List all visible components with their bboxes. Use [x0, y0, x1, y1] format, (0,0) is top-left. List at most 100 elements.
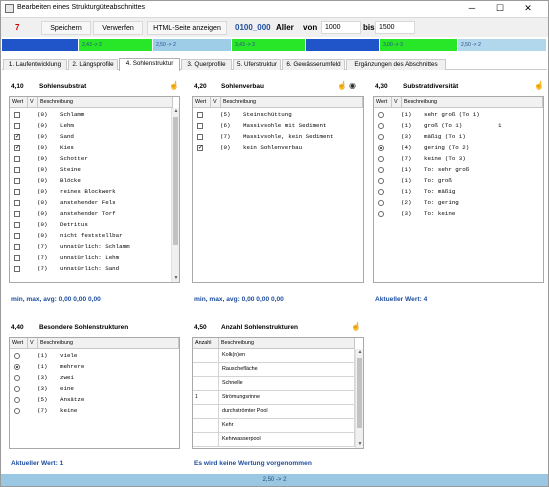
radio-button[interactable] — [378, 112, 384, 118]
count-cell[interactable] — [193, 349, 219, 362]
checkbox[interactable] — [197, 123, 203, 129]
scrollbar[interactable]: ▲ ▼ — [355, 349, 363, 448]
list-item[interactable]: (7) keine — [10, 406, 175, 416]
scrollbar[interactable]: ▲ ▼ — [171, 108, 179, 282]
to-input[interactable]: 1500 — [375, 21, 415, 34]
section-segment[interactable]: 2,50 -> 2 — [153, 39, 232, 51]
list-item[interactable]: (3) mäßig (To 1) — [374, 132, 539, 142]
scroll-thumb[interactable] — [173, 117, 178, 245]
list-item[interactable]: (1) To: mäßig — [374, 187, 539, 197]
radio-button[interactable] — [14, 364, 20, 370]
scroll-up-icon[interactable]: ▲ — [172, 108, 179, 115]
table-row[interactable]: Kehr — [193, 419, 355, 433]
section-segment[interactable]: 2,50 -> 2 — [458, 39, 547, 51]
table-row[interactable]: 1 Strömungsrinne — [193, 391, 355, 405]
table-row[interactable]: Rauschefläche — [193, 363, 355, 377]
count-cell[interactable]: 1 — [193, 391, 219, 404]
section-segment[interactable] — [306, 39, 380, 51]
scroll-down-icon[interactable]: ▼ — [356, 441, 363, 448]
checkbox[interactable] — [14, 189, 20, 195]
list-item[interactable]: (0) Schotter — [10, 154, 170, 164]
radio-button[interactable] — [14, 386, 20, 392]
list-item[interactable]: (0) Lehm — [10, 121, 170, 131]
tab-4[interactable]: 3. Querprofile — [181, 59, 232, 70]
list-item[interactable]: (4) gering (To 2) — [374, 143, 539, 153]
scroll-thumb[interactable] — [357, 358, 362, 428]
list-item[interactable]: (3) zwei — [10, 373, 175, 383]
checkbox[interactable] — [14, 200, 20, 206]
hand-icon[interactable]: ☝ — [169, 81, 179, 90]
checkbox[interactable]: ✓ — [197, 145, 203, 151]
radio-button[interactable] — [14, 397, 20, 403]
checkbox[interactable] — [14, 167, 20, 173]
hand-icon[interactable]: ☝ — [337, 81, 347, 90]
list-item[interactable]: (7) unnatürlich: Schlamm — [10, 242, 170, 252]
list-item[interactable]: (1) viele — [10, 351, 175, 361]
hand-icon[interactable]: ☝ — [534, 81, 544, 90]
table-row[interactable]: durchströmter Pool — [193, 405, 355, 419]
list-item[interactable]: (1) mehrere — [10, 362, 175, 372]
tab-5[interactable]: 5. Uferstruktur — [233, 59, 281, 70]
tab-6[interactable]: 6. Gewässerumfeld — [282, 59, 345, 70]
tab-3[interactable]: 4. Sohlenstruktur — [119, 58, 180, 71]
radio-button[interactable] — [14, 353, 20, 359]
checkbox[interactable] — [197, 134, 203, 140]
checkbox[interactable]: ✓ — [14, 134, 20, 140]
radio-button[interactable] — [378, 178, 384, 184]
substrate-list[interactable]: Wert V Beschreibung ▲ ▼ (0) Schlamm (0) Leh… — [9, 96, 180, 283]
list-item[interactable]: (7) Massivsohle, kein Sediment — [193, 132, 353, 142]
checkbox[interactable] — [14, 211, 20, 217]
section-segment[interactable]: 3,43 -> 3 — [232, 39, 306, 51]
count-cell[interactable] — [193, 433, 219, 446]
discard-button[interactable]: Verwerfen — [93, 21, 143, 35]
list-item[interactable]: (2) To: gering — [374, 198, 539, 208]
table-row[interactable]: Kolk(n)en — [193, 349, 355, 363]
radio-button[interactable] — [378, 211, 384, 217]
count-cell[interactable] — [193, 377, 219, 390]
list-item[interactable]: (1) sehr groß (To 1) — [374, 110, 539, 120]
diversity-list[interactable]: Wert V Beschreibung (1) sehr groß (To 1)(… — [373, 96, 544, 283]
list-item[interactable]: (5) Steinschüttung — [193, 110, 353, 120]
checkbox[interactable]: ✓ — [14, 145, 20, 151]
close-button[interactable]: ✕ — [517, 2, 539, 15]
list-item[interactable]: (7) unnatürlich: Lehm — [10, 253, 170, 263]
list-item[interactable]: (0) reines Blockwerk — [10, 187, 170, 197]
radio-button[interactable] — [378, 167, 384, 173]
section-segment[interactable] — [2, 39, 79, 51]
count-grid[interactable]: Anzahl Beschreibung ▲ ▼ Kolk(n)en Rausche… — [192, 337, 364, 449]
checkbox[interactable] — [14, 244, 20, 250]
checkbox[interactable] — [14, 255, 20, 261]
maximize-button[interactable]: ☐ — [489, 2, 511, 15]
minimize-button[interactable]: ─ — [461, 2, 483, 15]
radio-button[interactable] — [378, 189, 384, 195]
list-item[interactable]: (1) To: sehr groß — [374, 165, 539, 175]
radio-button[interactable] — [378, 145, 384, 151]
tab-2[interactable]: 2. Längsprofile — [68, 59, 118, 70]
from-input[interactable]: 1000 — [321, 21, 361, 34]
list-item[interactable]: (7) keine (To 3) — [374, 154, 539, 164]
list-item[interactable]: (0) anstehender Fels — [10, 198, 170, 208]
hand-icon[interactable]: ☝ — [351, 322, 361, 331]
list-item[interactable]: (0) Schlamm — [10, 110, 170, 120]
checkbox[interactable] — [14, 156, 20, 162]
list-item[interactable]: (0) anstehender Torf — [10, 209, 170, 219]
list-item[interactable]: (3) eine — [10, 384, 175, 394]
count-cell[interactable] — [193, 419, 219, 432]
checkbox[interactable] — [14, 112, 20, 118]
radio-button[interactable] — [378, 134, 384, 140]
list-item[interactable]: (1) To: groß — [374, 176, 539, 186]
count-cell[interactable] — [193, 405, 219, 418]
section-segment[interactable]: 2,43 -> 2 — [79, 39, 153, 51]
list-item[interactable]: (0) Blöcke — [10, 176, 170, 186]
radio-button[interactable] — [378, 123, 384, 129]
checkbox[interactable] — [14, 178, 20, 184]
scroll-up-icon[interactable]: ▲ — [356, 349, 363, 356]
checkbox[interactable] — [14, 123, 20, 129]
table-row[interactable]: Schnelle — [193, 377, 355, 391]
list-item[interactable]: (0) Detritus — [10, 220, 170, 230]
list-item[interactable]: (0) Steine — [10, 165, 170, 175]
tab-7[interactable]: Ergänzungen des Abschnittes — [346, 59, 446, 70]
radio-button[interactable] — [378, 200, 384, 206]
list-item[interactable]: (1) groß (To 1) 1 — [374, 121, 539, 131]
section-segment[interactable]: 3,00 -> 3 — [380, 39, 458, 51]
